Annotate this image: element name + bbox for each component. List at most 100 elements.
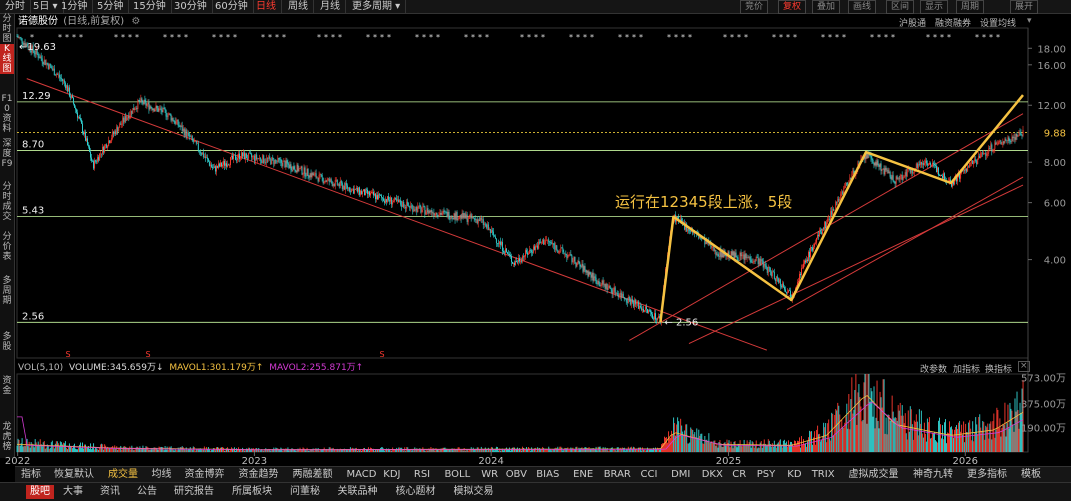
bottom-tab-1[interactable]: 大事 — [63, 485, 83, 499]
bottom-tab-9[interactable]: 模拟交易 — [454, 485, 494, 499]
candle-body — [560, 247, 562, 252]
indicator-tab-21[interactable]: KD — [787, 467, 801, 482]
indicator-tab-20[interactable]: PSY — [757, 467, 776, 482]
candle-body — [476, 219, 478, 224]
volume-bar — [759, 442, 761, 452]
candle-body — [491, 230, 493, 232]
indicator-tab-14[interactable]: ENE — [573, 467, 593, 482]
bottom-tab-4[interactable]: 研究报告 — [174, 485, 214, 499]
volume-bar — [934, 440, 936, 452]
indicator-tab-19[interactable]: CR — [732, 467, 746, 482]
candle-body — [165, 110, 167, 117]
toolbar-btn-6[interactable]: 周期 — [956, 0, 985, 14]
candle-body — [561, 247, 563, 249]
indicator-tab-15[interactable]: BRAR — [604, 467, 631, 482]
indicator-tab-10[interactable]: BOLL — [445, 467, 471, 482]
toolbar-btn-2[interactable]: 叠加 — [812, 0, 841, 14]
indicator-tab-7[interactable]: MACD — [347, 467, 377, 482]
indicator-tab-5[interactable]: 资金趋势 — [239, 467, 279, 482]
volume-bar — [178, 449, 180, 452]
toolbar-btn-3[interactable]: 画线 — [848, 0, 877, 14]
candle-body — [383, 198, 385, 201]
bottom-tab-3[interactable]: 公告 — [137, 485, 157, 499]
candle-body — [180, 125, 182, 127]
toolbar-btn-5[interactable]: 显示 — [920, 0, 949, 14]
candle-body — [571, 255, 573, 262]
candle-body — [376, 195, 378, 200]
indicator-tab-13[interactable]: BIAS — [536, 467, 559, 482]
candle-body — [997, 142, 999, 145]
hk-connect-button[interactable]: 沪股通 — [899, 16, 926, 29]
indicator-tab-3[interactable]: 均线 — [152, 467, 172, 482]
candle-body — [992, 150, 994, 152]
set-ma-button[interactable]: 设置均线 — [980, 16, 1016, 29]
volume-bar — [47, 446, 49, 452]
add-indicator-button[interactable]: 加指标 — [953, 362, 980, 375]
margin-trading-button[interactable]: 融资融券 — [935, 16, 971, 29]
support-label: 5.43 — [22, 206, 44, 217]
indicator-tab-25[interactable]: 更多指标 — [967, 467, 1007, 482]
gear-icon[interactable]: ⚙ — [131, 16, 140, 27]
candle-body — [477, 219, 479, 224]
volume-bar — [670, 437, 672, 452]
indicator-tab-2[interactable]: 成交量 — [108, 467, 138, 482]
bottom-tab-7[interactable]: 关联品种 — [338, 485, 378, 499]
volume-bar — [492, 450, 494, 452]
candle-body — [177, 119, 179, 126]
volume-bar — [707, 442, 709, 452]
indicator-tab-17[interactable]: DMI — [671, 467, 690, 482]
volume-bar — [462, 450, 464, 452]
volume-bar — [734, 441, 736, 452]
candle-body — [566, 254, 568, 259]
indicator-tab-12[interactable]: OBV — [506, 467, 527, 482]
toolbar-btn-0[interactable]: 竞价 — [740, 0, 769, 14]
volume-bar — [204, 450, 206, 452]
candle-body — [387, 196, 389, 202]
y-tick-label: 4.00 — [1044, 256, 1066, 267]
indicator-tab-23[interactable]: 虚拟成交量 — [849, 467, 899, 482]
volume-bar — [411, 450, 413, 452]
indicator-tab-8[interactable]: KDJ — [383, 467, 400, 482]
toolbar-btn-4[interactable]: 区间 — [886, 0, 915, 14]
switch-indicator-button[interactable]: 换指标 — [985, 362, 1012, 375]
candle-body — [892, 175, 894, 182]
candle-body — [844, 185, 846, 188]
candle-body — [204, 156, 206, 158]
toolbar-btn-7[interactable]: 展开 — [1010, 0, 1039, 14]
toolbar-btn-1[interactable]: 复权 — [778, 0, 807, 14]
bottom-tab-6[interactable]: 问董秘 — [290, 485, 320, 499]
indicator-tab-18[interactable]: DKX — [702, 467, 723, 482]
chevron-down-icon[interactable]: ▾ — [1027, 16, 1032, 26]
indicator-tab-1[interactable]: 恢复默认 — [54, 467, 94, 482]
volume-bar — [434, 450, 436, 452]
indicator-tab-26[interactable]: 模板 — [1021, 467, 1041, 482]
volume-bar — [271, 450, 273, 452]
edit-params-button[interactable]: 改参数 — [920, 362, 947, 375]
indicator-tab-4[interactable]: 资金博弈 — [185, 467, 225, 482]
signal-dot: * — [779, 33, 783, 42]
candle-body — [512, 261, 513, 264]
indicator-tab-11[interactable]: WR — [481, 467, 498, 482]
indicator-tab-9[interactable]: RSI — [414, 467, 430, 482]
close-icon[interactable]: × — [1018, 361, 1030, 372]
volume-bar — [638, 447, 640, 452]
bottom-tab-8[interactable]: 核心题材 — [396, 485, 436, 499]
candle-body — [656, 319, 657, 321]
bottom-tab-2[interactable]: 资讯 — [100, 485, 120, 499]
indicator-tab-6[interactable]: 两融差额 — [293, 467, 333, 482]
candle-body — [823, 229, 825, 231]
kline-chart[interactable]: * * * * * * * * * * * * * * * * * * * * * * * * * * * * * * * * * * * * * * * *… — [0, 0, 1071, 466]
support-label: 12.29 — [22, 91, 51, 102]
candle-body — [749, 256, 751, 260]
indicator-tab-16[interactable]: CCI — [641, 467, 658, 482]
candle-body — [333, 183, 335, 187]
candle-body — [813, 246, 815, 251]
indicator-tab-24[interactable]: 神奇九转 — [913, 467, 953, 482]
bottom-tab-0[interactable]: 股吧 — [26, 485, 54, 499]
bottom-tab-5[interactable]: 所属板块 — [232, 485, 272, 499]
candle-body — [103, 146, 105, 153]
volume-bar — [990, 421, 992, 452]
indicator-tab-0[interactable]: 指标 — [21, 467, 41, 482]
volume-bar — [852, 413, 854, 452]
indicator-tab-22[interactable]: TRIX — [812, 467, 835, 482]
